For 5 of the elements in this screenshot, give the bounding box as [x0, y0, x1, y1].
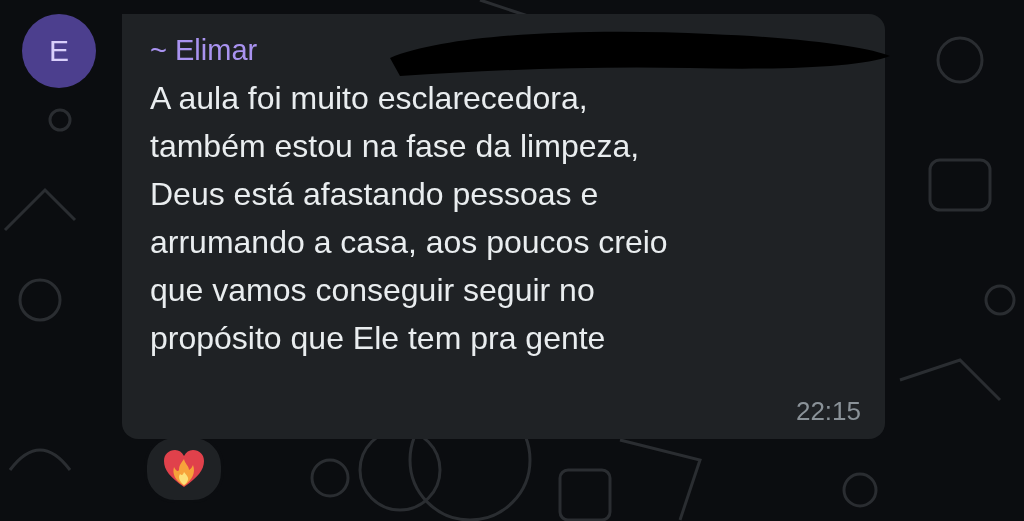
- heart-on-fire-icon: [164, 450, 204, 488]
- message-time: 22:15: [795, 396, 861, 427]
- avatar[interactable]: E: [22, 14, 96, 88]
- sender-name[interactable]: ~ Elimar: [150, 32, 258, 68]
- message-text: A aula foi muito esclarecedora, também estou na fase da limpeza, Deus está afastando pessoas e arrumando a casa, aos poucos creio que vamos conseguir seguir no propósito que Ele tem pra gente: [150, 79, 669, 358]
